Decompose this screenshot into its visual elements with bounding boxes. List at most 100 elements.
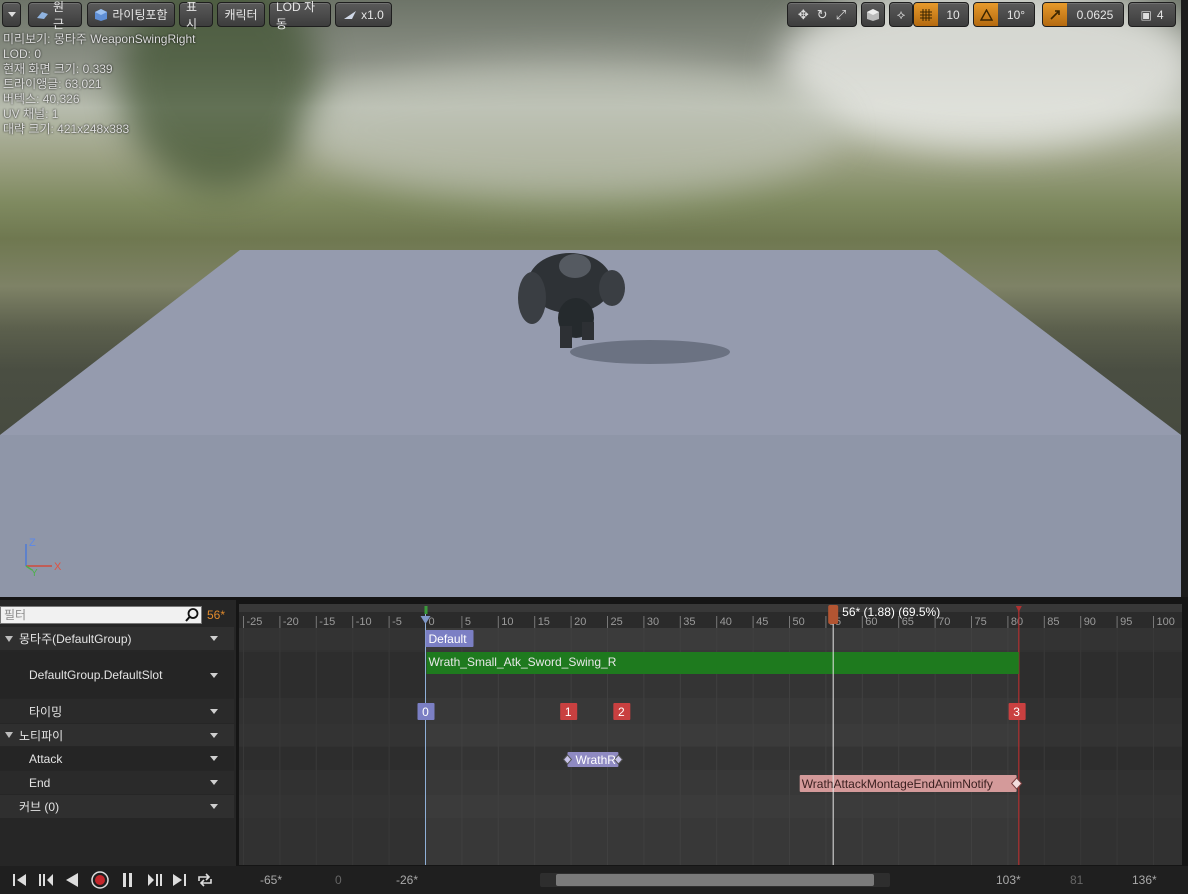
camera-speed-value: 4 [1156,7,1164,22]
ruler-tick-label: 95 [1120,616,1132,628]
axis-gizmo: Z X Y [25,537,62,579]
step-forward-icon[interactable] [145,871,165,889]
track-row-notifies-group[interactable]: 노티파이 [0,724,234,746]
lighting-mode-button[interactable]: 라이팅포함 [87,2,175,27]
perspective-label: 원근 [52,0,65,31]
ruler-tick-label: 10 [501,616,513,628]
animation-montage-editor: 원근 라이팅포함 표시 캐릭터 LOD 자동 x1.0 ✥ ↻ ⤢ ⟡ 10 1… [0,0,1188,894]
search-icon[interactable] [184,607,200,623]
timing-marker-label: 0 [422,705,429,719]
track-row-end[interactable]: End [0,771,234,794]
axis-z-label: Z [29,537,36,549]
notify-attack-label: WrathR [575,753,616,767]
character-shadow [570,340,730,364]
track-row-label: 몽타주(DefaultGroup) [19,632,132,646]
track-row-default-slot[interactable]: DefaultGroup.DefaultSlot [0,652,234,698]
rotate-icon[interactable]: ↻ [817,7,828,23]
scale-snap-icon[interactable] [1043,3,1067,26]
ruler-tick-label: 25 [611,616,623,628]
rotation-snap-control[interactable]: 10° [973,2,1035,27]
rotation-snap-icon[interactable] [974,3,998,26]
range-end-input[interactable]: 136* [1132,873,1157,887]
surface-snap-button[interactable]: ⟡ [889,2,913,27]
camera-speed-control[interactable]: ▣ 4 [1128,2,1176,27]
ruler-tick-label: 40 [720,616,732,628]
loop-icon[interactable] [195,871,215,889]
timeline-canvas[interactable]: -25-20-15-10-505101520253035404550556065… [239,604,1182,865]
stat-screen-size: 현재 화면 크기: 0.339 [3,62,113,76]
show-menu-button[interactable]: 표시 [179,0,213,31]
ruler-tick-label: -20 [283,616,299,628]
notify-end-label: WrathAttackMontageEndAnimNotify [802,777,993,791]
pause-icon[interactable] [118,871,138,889]
cube-icon [867,8,879,21]
track-row-timing[interactable]: 타이밍 [0,699,234,723]
playhead-handle[interactable] [828,605,839,624]
ruler-tick-label: 90 [1084,616,1096,628]
ruler-tick-label: 80 [1011,616,1023,628]
record-icon[interactable] [90,871,110,889]
chevron-down-icon[interactable] [210,756,218,761]
grid-snap-value[interactable]: 10 [938,8,968,22]
ruler-tick-label: 15 [538,616,550,628]
ruler-tick-label: 85 [1047,616,1059,628]
preview-viewport[interactable]: 원근 라이팅포함 표시 캐릭터 LOD 자동 x1.0 ✥ ↻ ⤢ ⟡ 10 1… [0,0,1181,597]
chevron-down-icon[interactable] [210,708,218,714]
ruler-tick-label: 5 [465,616,471,628]
playback-speed-button[interactable]: x1.0 [335,2,392,27]
track-filter-input[interactable]: 필터 [0,606,202,624]
character-menu-button[interactable]: 캐릭터 [217,2,265,27]
speed-icon [344,10,357,19]
step-back-icon[interactable] [36,871,56,889]
timeline-track-area[interactable]: -25-20-15-10-505101520253035404550556065… [239,604,1182,865]
ruler-tick-label: 20 [574,616,586,628]
grid-snap-icon[interactable] [914,3,938,26]
track-row-montage-group[interactable]: 몽타주(DefaultGroup) [0,627,234,650]
lod-menu-button[interactable]: LOD 자동 [269,0,331,31]
grid-snap-control[interactable]: 10 [913,2,969,27]
timing-marker-label: 1 [565,705,572,719]
collapse-arrow-icon[interactable] [5,636,13,642]
ruler-tick-label: 50 [793,616,805,628]
translate-icon[interactable]: ✥ [798,7,809,23]
rotation-snap-value[interactable]: 10° [998,8,1034,22]
skip-to-start-icon[interactable] [10,871,30,889]
chevron-down-icon[interactable] [210,636,218,641]
viewport-options-dropdown[interactable] [2,2,21,27]
section-default-label: Default [429,632,468,646]
collapse-arrow-icon[interactable] [5,732,13,738]
timeline-ruler[interactable] [239,612,1182,628]
play-reverse-icon[interactable] [62,871,82,889]
skip-to-end-icon[interactable] [170,871,190,889]
chevron-down-icon[interactable] [210,672,218,678]
timing-marker-label: 2 [618,705,625,719]
anim-segment-label: Wrath_Small_Atk_Sword_Swing_R [429,655,617,669]
track-row-label: 타이밍 [29,704,63,719]
scale-icon[interactable]: ⤢ [836,7,846,23]
range-zero-input[interactable]: 0 [335,873,342,887]
filter-placeholder: 필터 [4,608,27,622]
track-row-label: DefaultGroup.DefaultSlot [29,668,163,682]
chevron-down-icon[interactable] [210,804,218,809]
ruler-tick-label: 30 [647,616,659,628]
stat-approx-size: 대략 크기: 421x248x383 [3,122,130,136]
transform-tools-group: ✥ ↻ ⤢ [787,2,857,27]
perspective-button[interactable]: 원근 [28,0,82,31]
timeline-scrollbar-thumb[interactable] [556,874,874,886]
chevron-down-icon[interactable] [210,732,218,738]
chevron-down-icon[interactable] [210,780,218,785]
view-start-input[interactable]: -26* [396,873,418,887]
ruler-tick-label: 35 [683,616,695,628]
ruler-tick-label: 100 [1157,616,1175,628]
range-start-input[interactable]: -65* [260,873,282,887]
show-label: 표시 [186,0,198,31]
stat-uv-channels: UV 채널: 1 [3,107,59,121]
track-row-curves[interactable]: 커브 (0) [0,795,234,818]
range-end-dim-input[interactable]: 81 [1070,873,1083,887]
axis-y-label: Y [31,568,38,579]
scale-snap-value[interactable]: 0.0625 [1067,8,1123,22]
scale-snap-control[interactable]: 0.0625 [1042,2,1124,27]
world-local-toggle[interactable] [861,2,885,27]
track-row-attack[interactable]: Attack [0,747,234,770]
view-end-input[interactable]: 103* [996,873,1021,887]
